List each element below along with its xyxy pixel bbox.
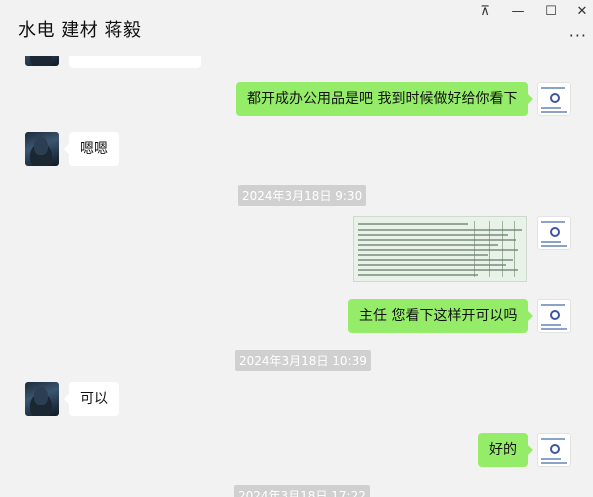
message-bubble-received[interactable]: 可以 (64, 382, 119, 416)
title-bar: 水电 建材 蒋毅 ⊼ — ☐ ✕ ··· (0, 0, 593, 56)
close-button[interactable]: ✕ (568, 2, 593, 20)
message-timestamp: 2024年3月18日 17:22 (234, 485, 370, 497)
message-list[interactable]: 都开成办公用品是吧 我到时候做好给你看下 嗯嗯 2024年3月18日 9:30 … (0, 56, 593, 497)
my-avatar[interactable] (537, 216, 571, 250)
my-avatar[interactable] (537, 82, 571, 116)
message-bubble-sent[interactable]: 主任 您看下这样开可以吗 (348, 299, 534, 333)
pin-icon[interactable]: ⊼ (471, 2, 499, 20)
my-avatar[interactable] (537, 299, 571, 333)
more-options-icon[interactable]: ··· (569, 26, 587, 45)
message-bubble-received[interactable]: 嗯嗯 (64, 132, 119, 166)
message-timestamp: 2024年3月18日 9:30 (238, 185, 367, 206)
message-timestamp: 2024年3月18日 10:39 (235, 350, 371, 371)
contact-avatar[interactable] (25, 56, 59, 66)
image-message[interactable] (353, 216, 527, 282)
message-bubble-partial[interactable] (69, 56, 201, 68)
contact-avatar[interactable] (25, 382, 59, 416)
maximize-button[interactable]: ☐ (537, 2, 565, 20)
contact-avatar[interactable] (25, 132, 59, 166)
message-bubble-sent[interactable]: 都开成办公用品是吧 我到时候做好给你看下 (236, 82, 534, 116)
message-bubble-sent[interactable]: 好的 (478, 433, 533, 467)
my-avatar[interactable] (537, 433, 571, 467)
minimize-button[interactable]: — (504, 2, 532, 20)
chat-title: 水电 建材 蒋毅 (18, 20, 142, 41)
